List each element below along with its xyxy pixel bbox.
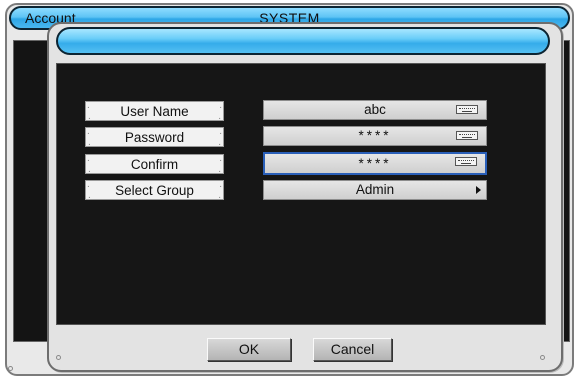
arrow-right-icon[interactable] <box>476 186 481 194</box>
ok-button[interactable]: OK <box>207 338 291 361</box>
password-label: Password .. <box>85 122 224 148</box>
keyboard-icon[interactable] <box>456 131 478 140</box>
password-field[interactable]: **** <box>263 126 487 146</box>
dialog-titlebar <box>56 27 550 55</box>
select-group-label: Select Group .. <box>85 175 224 201</box>
select-group-label-text: Select Group <box>115 183 194 198</box>
background-corner-dot <box>8 366 13 371</box>
confirm-password-value: **** <box>358 156 392 171</box>
user-name-value: abc <box>364 102 386 117</box>
password-label-text: Password <box>124 130 185 145</box>
keyboard-icon[interactable] <box>456 105 478 114</box>
select-group-value: Admin <box>355 182 395 197</box>
cancel-button[interactable]: Cancel <box>313 338 392 361</box>
select-group-dropdown[interactable]: Admin <box>263 180 487 200</box>
user-name-label: User Name .. <box>85 96 224 122</box>
confirm-label-text: Confirm <box>130 157 179 172</box>
confirm-label: Confirm .. <box>85 149 224 175</box>
dialog-corner-dot-left <box>56 355 61 360</box>
dialog-corner-dot-right <box>540 355 545 360</box>
keyboard-icon[interactable] <box>455 157 477 166</box>
password-value: **** <box>358 128 392 143</box>
confirm-password-field[interactable]: **** <box>263 152 487 175</box>
user-name-field[interactable]: abc <box>263 100 487 120</box>
user-name-label-text: User Name <box>120 104 189 119</box>
